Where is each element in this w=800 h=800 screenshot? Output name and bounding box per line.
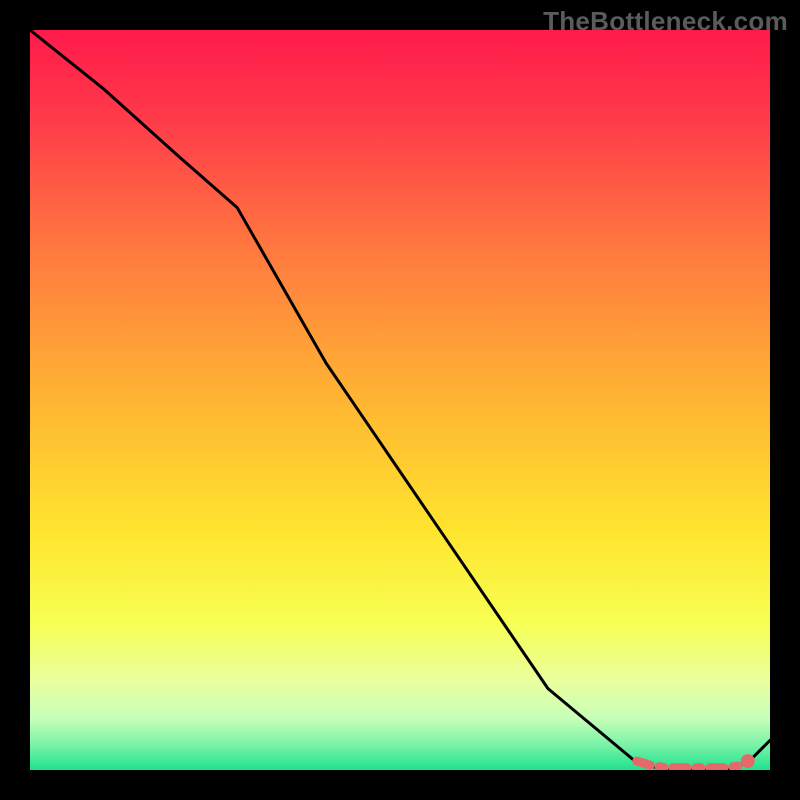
plot-area	[30, 30, 770, 770]
gradient-background	[30, 30, 770, 770]
chart-stage: TheBottleneck.com	[0, 0, 800, 800]
marker-layer	[741, 754, 755, 768]
marker-optimal-point	[741, 754, 755, 768]
chart-svg	[30, 30, 770, 770]
